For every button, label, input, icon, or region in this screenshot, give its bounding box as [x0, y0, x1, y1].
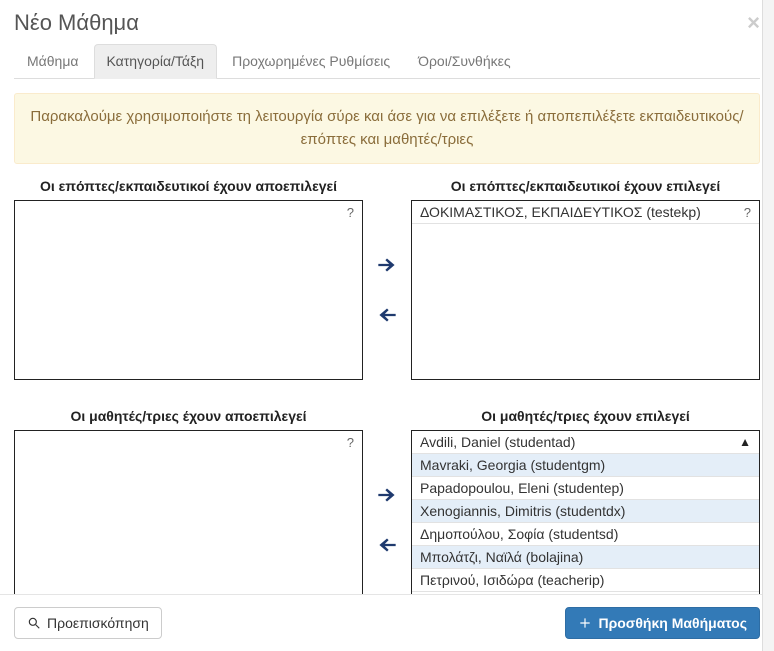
tab-advanced-settings[interactable]: Προχωρημένες Ρυθμίσεις	[219, 44, 403, 79]
tab-terms[interactable]: Όροι/Συνθήκες	[405, 44, 523, 79]
preview-button[interactable]: Προεπισκόπηση	[14, 607, 162, 639]
modal-header: Νέο Μάθημα ×	[14, 10, 760, 40]
list-item[interactable]: Avdili, Daniel (studentad)	[412, 431, 759, 454]
close-icon[interactable]: ×	[747, 10, 760, 36]
help-icon[interactable]: ?	[744, 205, 751, 220]
list-item[interactable]: Πετρινού, Ισιδώρα (teacherip)	[412, 569, 759, 592]
students-deselected-label: Οι μαθητές/τριες έχουν αποεπιλεγεί	[14, 398, 363, 430]
modal-title: Νέο Μάθημα	[14, 10, 139, 36]
list-item[interactable]: Xenogiannis, Dimitris (studentdx)	[412, 500, 759, 523]
tab-category-class[interactable]: Κατηγορία/Τάξη	[94, 44, 218, 79]
preview-button-label: Προεπισκόπηση	[47, 615, 149, 631]
students-arrow-col	[367, 430, 407, 594]
supervisors-deselected-list[interactable]: ?	[14, 200, 363, 380]
supervisors-arrow-col	[367, 200, 407, 380]
list-item[interactable]: Μπολάτζι, Ναϊλά (bolajina)	[412, 546, 759, 569]
arrow-right-icon	[374, 252, 400, 278]
sort-asc-icon[interactable]: ▲	[739, 435, 751, 449]
supervisors-selected-label: Οι επόπτες/εκπαιδευτικοί έχουν επιλεγεί	[411, 168, 760, 200]
students-labels-row: Οι μαθητές/τριες έχουν αποεπιλεγεί Οι μα…	[14, 398, 760, 430]
supervisors-selected-list[interactable]: ? ΔΟΚΙΜΑΣΤΙΚΟΣ, ΕΚΠΑΙΔΕΥΤΙΚΟΣ (testekp)	[411, 200, 760, 380]
supervisors-row: ? ? ΔΟΚΙΜΑΣΤΙΚΟΣ, ΕΚΠΑΙΔΕΥΤΙΚΟΣ (testekp…	[14, 200, 760, 380]
add-course-button-label: Προσθήκη Μαθήματος	[598, 615, 747, 631]
students-deselected-list[interactable]: ?	[14, 430, 363, 594]
arrow-left-icon	[374, 302, 400, 328]
modal-body: Νέο Μάθημα × Μάθημα Κατηγορία/Τάξη Προχω…	[0, 0, 774, 594]
spacer	[367, 168, 407, 200]
help-icon[interactable]: ?	[347, 205, 354, 220]
supervisors-labels-row: Οι επόπτες/εκπαιδευτικοί έχουν αποεπιλεγ…	[14, 168, 760, 200]
arrow-right-icon	[374, 482, 400, 508]
list-item[interactable]: Δημοπούλου, Σοφία (studentsd)	[412, 523, 759, 546]
students-selected-list[interactable]: ▲ Avdili, Daniel (studentad)Mavraki, Geo…	[411, 430, 760, 594]
magnifier-icon	[27, 616, 41, 630]
modal: Νέο Μάθημα × Μάθημα Κατηγορία/Τάξη Προχω…	[0, 0, 774, 651]
move-right-button[interactable]	[374, 252, 400, 278]
tab-course[interactable]: Μάθημα	[14, 44, 92, 79]
list-item[interactable]: ΔΟΚΙΜΑΣΤΙΚΟΣ, ΕΚΠΑΙΔΕΥΤΙΚΟΣ (testekp)	[412, 201, 759, 224]
students-selected-label: Οι μαθητές/τριες έχουν επιλεγεί	[411, 398, 760, 430]
help-icon[interactable]: ?	[347, 435, 354, 450]
supervisors-deselected-label: Οι επόπτες/εκπαιδευτικοί έχουν αποεπιλεγ…	[14, 168, 363, 200]
move-left-button[interactable]	[374, 532, 400, 558]
instruction-alert: Παρακαλούμε χρησιμοποιήστε τη λειτουργία…	[14, 93, 760, 164]
list-item[interactable]: Mavraki, Georgia (studentgm)	[412, 454, 759, 477]
arrow-left-icon	[374, 532, 400, 558]
plus-icon	[578, 616, 592, 630]
move-right-button[interactable]	[374, 482, 400, 508]
move-left-button[interactable]	[374, 302, 400, 328]
modal-footer: Προεπισκόπηση Προσθήκη Μαθήματος	[0, 594, 774, 651]
list-item[interactable]: Papadopoulou, Eleni (studentep)	[412, 477, 759, 500]
spacer	[367, 398, 407, 430]
add-course-button[interactable]: Προσθήκη Μαθήματος	[565, 607, 760, 639]
tabs: Μάθημα Κατηγορία/Τάξη Προχωρημένες Ρυθμί…	[14, 44, 760, 79]
students-row: ? ▲ Avdili, Daniel (studentad)Mavraki, G…	[14, 430, 760, 594]
